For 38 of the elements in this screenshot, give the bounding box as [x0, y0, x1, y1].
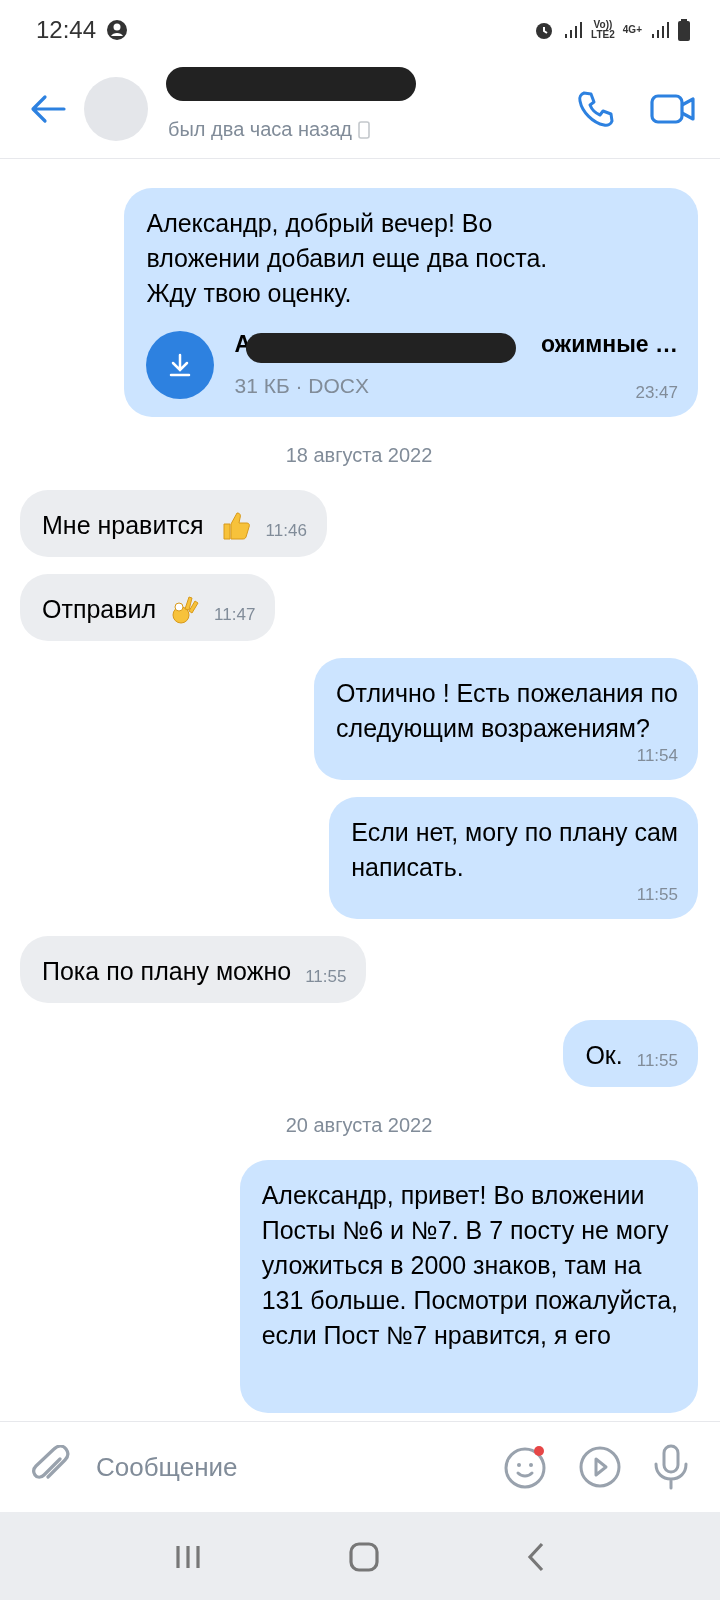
- message-time: 11:55: [635, 885, 678, 905]
- date-separator: 20 августа 2022: [285, 1114, 433, 1137]
- last-seen-status: был два часа назад: [168, 118, 352, 141]
- recent-apps-icon[interactable]: [173, 1544, 202, 1570]
- home-icon[interactable]: [349, 1542, 379, 1572]
- message-text: Отправил: [42, 594, 157, 625]
- network-indicator: 4G+: [622, 25, 642, 35]
- file-info: 31 КБ · DOCX: [234, 373, 369, 399]
- account-icon: [106, 19, 129, 41]
- back-icon[interactable]: [30, 94, 66, 124]
- message-time: 11:54: [635, 746, 678, 766]
- phone-icon[interactable]: [576, 89, 616, 129]
- microphone-icon[interactable]: [652, 1444, 690, 1490]
- message-text: Александр, добрый вечер! Во вложении добавил еще два поста. Жду твою оценку.: [146, 208, 549, 309]
- file-name: ожимные …: [541, 330, 678, 359]
- date-separator: 18 августа 2022: [285, 444, 433, 467]
- battery-icon: [678, 19, 690, 41]
- message-text: Пока по плану можно: [42, 956, 292, 987]
- message-time: 11:55: [305, 967, 347, 988]
- message-text: Александр, привет! Во вложении Посты №6 и №7. В 7 посту не могу уложиться в 2000 знаков, там на 131 больше. Посмотри пожалуйста, если Пост №7 нравится, я его: [261, 1180, 678, 1351]
- ok-hand-icon: [170, 593, 201, 627]
- message-text: Отлично ! Есть пожелания по следующим возражениям?: [336, 678, 678, 744]
- message-time: 11:46: [265, 521, 307, 542]
- clock: 12:44: [36, 16, 97, 44]
- message-time: 11:55: [636, 1051, 678, 1072]
- signal-icon: [563, 20, 584, 40]
- message-text: Ок.: [585, 1040, 623, 1071]
- signal-icon: [650, 20, 670, 40]
- message-input[interactable]: Сообщение: [90, 1451, 484, 1483]
- message-text: Мне нравится: [42, 510, 204, 541]
- smiley-icon[interactable]: [504, 1445, 548, 1489]
- volte-indicator: Vo)) LTE2: [591, 20, 615, 40]
- message-time: 23:47: [635, 383, 678, 403]
- phone-device-icon: [357, 120, 370, 139]
- video-call-icon[interactable]: [650, 93, 696, 125]
- message-text: Если нет, могу по плану сам написать.: [351, 817, 678, 883]
- message-time: 11:47: [214, 605, 256, 626]
- play-icon[interactable]: [578, 1445, 622, 1489]
